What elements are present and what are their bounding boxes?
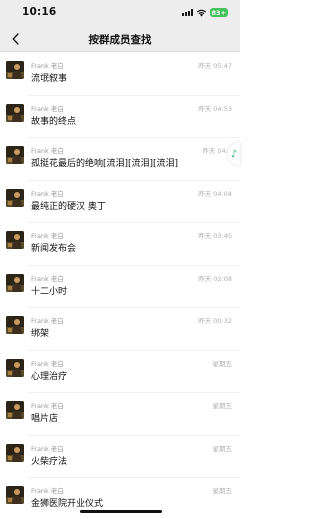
- message-time: 昨天 04:53: [198, 104, 232, 113]
- message-time: 星期五: [212, 444, 233, 453]
- sender-name: Frank 老白: [31, 402, 64, 410]
- sender-name: Frank 老白: [31, 147, 64, 155]
- list-item[interactable]: Frank 老白 昨天 00:32 绑架: [0, 308, 240, 351]
- status-time: 10:16: [22, 6, 57, 18]
- message-time: 昨天 05:47: [198, 62, 232, 70]
- avatar: [6, 358, 24, 377]
- message-text: 孤挺花最后的绝响[流泪][流泪][流泪]: [31, 159, 179, 169]
- message-text: 金狮医院开业仪式: [31, 499, 104, 509]
- avatar: [6, 61, 24, 79]
- message-text: 流氓叙事: [31, 74, 68, 84]
- sender-name: Frank 老白: [31, 317, 64, 325]
- status-bar: 10:16 83+: [0, 0, 240, 26]
- list-item[interactable]: Frank 老白 昨天 02:08 十二小时: [0, 266, 240, 309]
- list-item[interactable]: Frank 老白 昨天 05:47 流氓叙事: [0, 53, 240, 96]
- sender-name: Frank 老白: [31, 359, 64, 368]
- avatar: [6, 103, 24, 122]
- message-text: 新闻发布会: [31, 244, 77, 254]
- sender-name: Frank 老白: [31, 189, 64, 198]
- message-text: 火柴疗法: [31, 456, 68, 467]
- battery-icon: 83+: [209, 8, 228, 17]
- avatar: [6, 401, 24, 419]
- message-text: 故事的终点: [31, 116, 77, 127]
- avatar: [6, 443, 24, 462]
- message-time: 昨天 00:32: [198, 317, 232, 325]
- avatar: [6, 486, 24, 504]
- sender-name: Frank 老白: [31, 104, 64, 113]
- list-item[interactable]: Frank 老白 星期五 火柴疗法: [0, 436, 240, 479]
- avatar: [6, 231, 24, 249]
- message-time: 昨天 02:08: [198, 274, 232, 283]
- avatar: [6, 146, 24, 164]
- avatar: [6, 188, 24, 207]
- message-time: 昨天 04:04: [198, 189, 232, 198]
- list-item[interactable]: Frank 老白 昨天 03:45 新闻发布会: [0, 223, 240, 266]
- message-text: 最纯正的硬汉 奥丁: [31, 201, 106, 212]
- message-text: 绑架: [31, 329, 50, 339]
- wifi-icon: [196, 9, 206, 17]
- list-item[interactable]: Frank 老白 昨天 04:04 最纯正的硬汉 奥丁: [0, 181, 240, 224]
- message-text: 十二小时: [31, 286, 68, 297]
- list-item[interactable]: Frank 老白 昨天 04:1 孤挺花最后的绝响[流泪][流泪][流泪]: [0, 138, 240, 181]
- avatar: [6, 316, 24, 334]
- message-text: 唱片店: [31, 414, 59, 424]
- list-item[interactable]: Frank 老白 星期五 唱片店: [0, 393, 240, 436]
- message-time: 星期五: [212, 402, 233, 410]
- sender-name: Frank 老白: [31, 487, 64, 495]
- message-text: 心理治疗: [31, 371, 68, 382]
- message-time: 星期五: [212, 359, 233, 368]
- sender-name: Frank 老白: [31, 444, 64, 453]
- sender-name: Frank 老白: [31, 232, 64, 240]
- sender-name: Frank 老白: [31, 62, 64, 70]
- home-indicator: [80, 510, 162, 513]
- message-list[interactable]: Frank 老白 昨天 05:47 流氓叙事 Frank 老白 昨天 04:53…: [0, 53, 240, 519]
- nav-bar: 按群成员查找: [0, 26, 240, 52]
- message-time: 星期五: [212, 487, 233, 495]
- page-title: 按群成员查找: [88, 34, 152, 46]
- sender-name: Frank 老白: [31, 274, 64, 283]
- list-item[interactable]: Frank 老白 星期五 心理治疗: [0, 351, 240, 394]
- list-item[interactable]: Frank 老白 昨天 04:53 故事的终点: [0, 96, 240, 139]
- message-time: 昨天 03:45: [198, 232, 232, 240]
- music-note-icon: ♪: [230, 148, 238, 160]
- status-icons: 83+: [181, 8, 228, 17]
- signal-icon: [181, 9, 193, 16]
- avatar: [6, 273, 24, 292]
